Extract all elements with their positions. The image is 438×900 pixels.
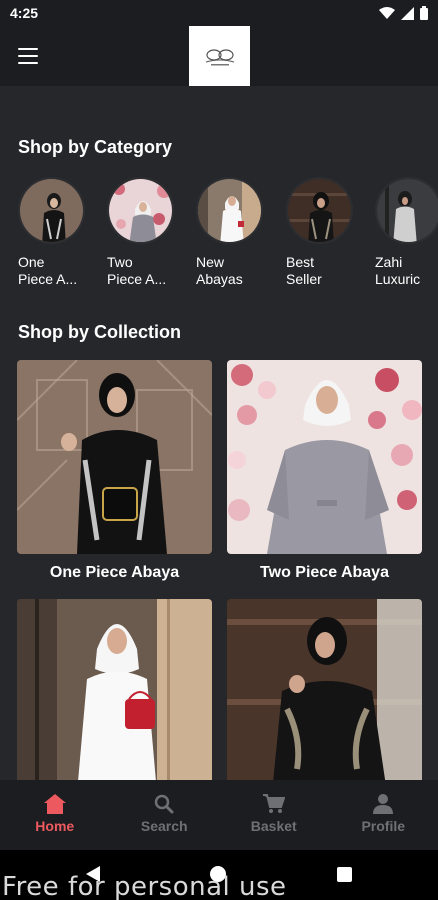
person-icon (373, 794, 394, 814)
collection-image (17, 360, 212, 554)
collection-image (227, 360, 422, 554)
nav-label: Search (140, 818, 188, 834)
category-label: One Piece A... (18, 254, 78, 287)
category-label: Best Seller (286, 254, 322, 287)
status-icons (379, 6, 428, 20)
status-time: 4:25 (10, 5, 39, 21)
category-label: Zahi Luxuric (375, 254, 421, 287)
collection-title: Two Piece Abaya (260, 564, 389, 581)
category-label: Two Piece A... (107, 254, 167, 287)
wifi-icon (379, 7, 395, 19)
home-button-icon[interactable] (210, 866, 226, 882)
cart-icon (262, 794, 285, 813)
nav-search[interactable]: Search (110, 780, 220, 850)
recents-icon[interactable] (337, 867, 352, 882)
nav-home[interactable]: Home (0, 780, 110, 850)
collection-section-title: Shop by Collection (18, 322, 182, 342)
nav-profile[interactable]: Profile (329, 780, 438, 850)
collection-image (227, 599, 422, 780)
category-one-piece[interactable]: One Piece A... (18, 177, 88, 288)
collection-card-one-piece[interactable]: One Piece Abaya (17, 360, 212, 582)
hamburger-icon[interactable] (18, 48, 38, 64)
main-content[interactable]: Shop by Category One Piece A... Two Piec… (0, 86, 438, 780)
back-icon[interactable] (86, 866, 100, 882)
collection-card-two-piece[interactable]: Two Piece Abaya (227, 360, 422, 582)
category-section-title: Shop by Category (18, 137, 173, 157)
system-nav-bar (0, 850, 438, 900)
status-bar: 4:25 (0, 0, 438, 26)
category-best-seller[interactable]: Best Seller (286, 177, 356, 288)
signal-icon (401, 6, 414, 20)
category-image (375, 177, 438, 244)
brand-logo[interactable] (189, 26, 250, 87)
category-two-piece[interactable]: Two Piece A... (107, 177, 177, 288)
category-label: New Abayas (196, 254, 243, 287)
battery-icon (420, 6, 428, 20)
nav-label: Home (35, 818, 75, 834)
category-image (286, 177, 353, 244)
search-icon (155, 794, 174, 814)
nav-label: Basket (250, 818, 297, 834)
category-image (107, 177, 174, 244)
category-image (18, 177, 85, 244)
collection-title: One Piece Abaya (49, 564, 180, 581)
home-icon (43, 794, 66, 814)
category-new-abayas[interactable]: New Abayas (196, 177, 266, 288)
collection-image (17, 599, 212, 780)
category-zahi-luxury[interactable]: Zahi Luxuric (375, 177, 438, 288)
nav-basket[interactable]: Basket (219, 780, 329, 850)
bottom-nav: Home Search Basket Profile (0, 780, 438, 850)
app-bar (0, 26, 438, 87)
category-image (196, 177, 263, 244)
collection-card-best[interactable] (227, 599, 422, 780)
collection-card-new[interactable] (17, 599, 212, 780)
nav-label: Profile (361, 818, 406, 834)
